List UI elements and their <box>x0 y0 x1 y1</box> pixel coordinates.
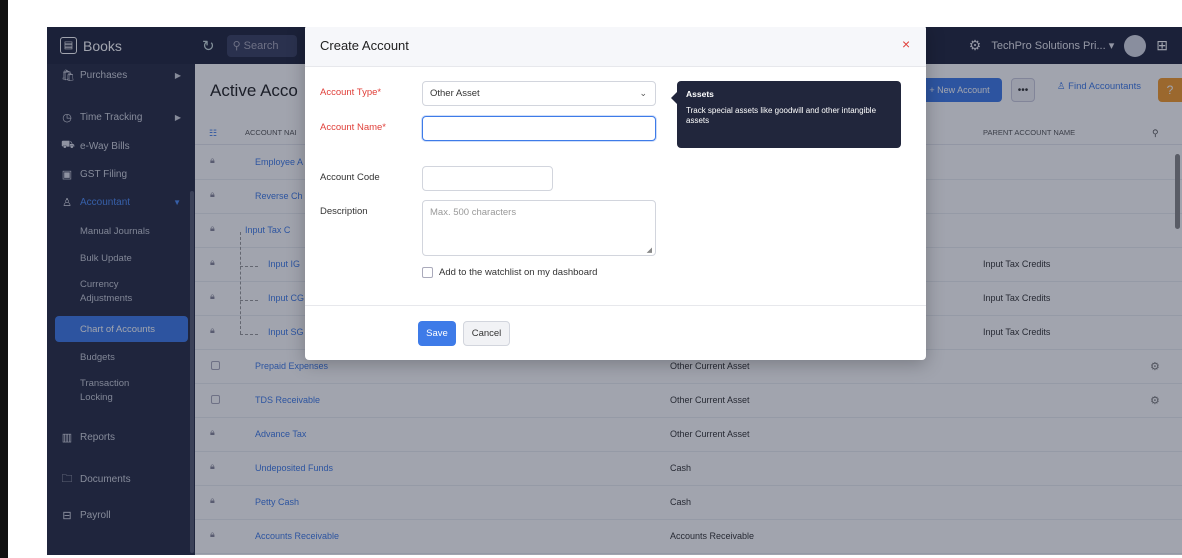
tooltip-title: Assets <box>686 89 714 99</box>
account-code-label: Account Code <box>320 172 380 183</box>
modal-header: Create Account × <box>305 27 926 67</box>
description-textarea[interactable]: Max. 500 characters ◢ <box>422 200 656 256</box>
watchlist-label: Add to the watchlist on my dashboard <box>439 267 598 278</box>
account-type-tooltip: Assets Track special assets like goodwil… <box>671 81 901 148</box>
watchlist-checkbox[interactable] <box>422 267 433 278</box>
account-type-select[interactable]: Other Asset ⌄ <box>422 81 656 106</box>
account-name-input[interactable] <box>422 116 656 141</box>
account-type-label: Account Type* <box>320 87 382 98</box>
chevron-down-icon: ⌄ <box>639 88 647 98</box>
account-type-value: Other Asset <box>430 88 480 99</box>
save-button[interactable]: Save <box>418 321 456 346</box>
close-icon[interactable]: × <box>902 36 910 52</box>
app-window: ▤ Books ↻ ⚲ Search ⚙ TechPro Solutions P… <box>47 27 1182 555</box>
screenshot-frame: ▤ Books ↻ ⚲ Search ⚙ TechPro Solutions P… <box>0 0 1182 558</box>
modal-footer: Save Cancel <box>305 305 926 360</box>
description-label: Description <box>320 206 368 217</box>
tooltip-body: Track special assets like goodwill and o… <box>686 106 877 126</box>
account-code-input[interactable] <box>422 166 553 191</box>
resize-grip-icon[interactable]: ◢ <box>647 246 652 254</box>
modal-title: Create Account <box>320 38 409 53</box>
left-edge-bar <box>0 0 8 558</box>
create-account-modal: Create Account × Account Type* Other Ass… <box>305 27 926 360</box>
account-name-label: Account Name* <box>320 122 387 133</box>
watchlist-option[interactable]: Add to the watchlist on my dashboard <box>422 267 597 278</box>
cancel-button[interactable]: Cancel <box>463 321 510 346</box>
description-placeholder: Max. 500 characters <box>430 207 517 218</box>
